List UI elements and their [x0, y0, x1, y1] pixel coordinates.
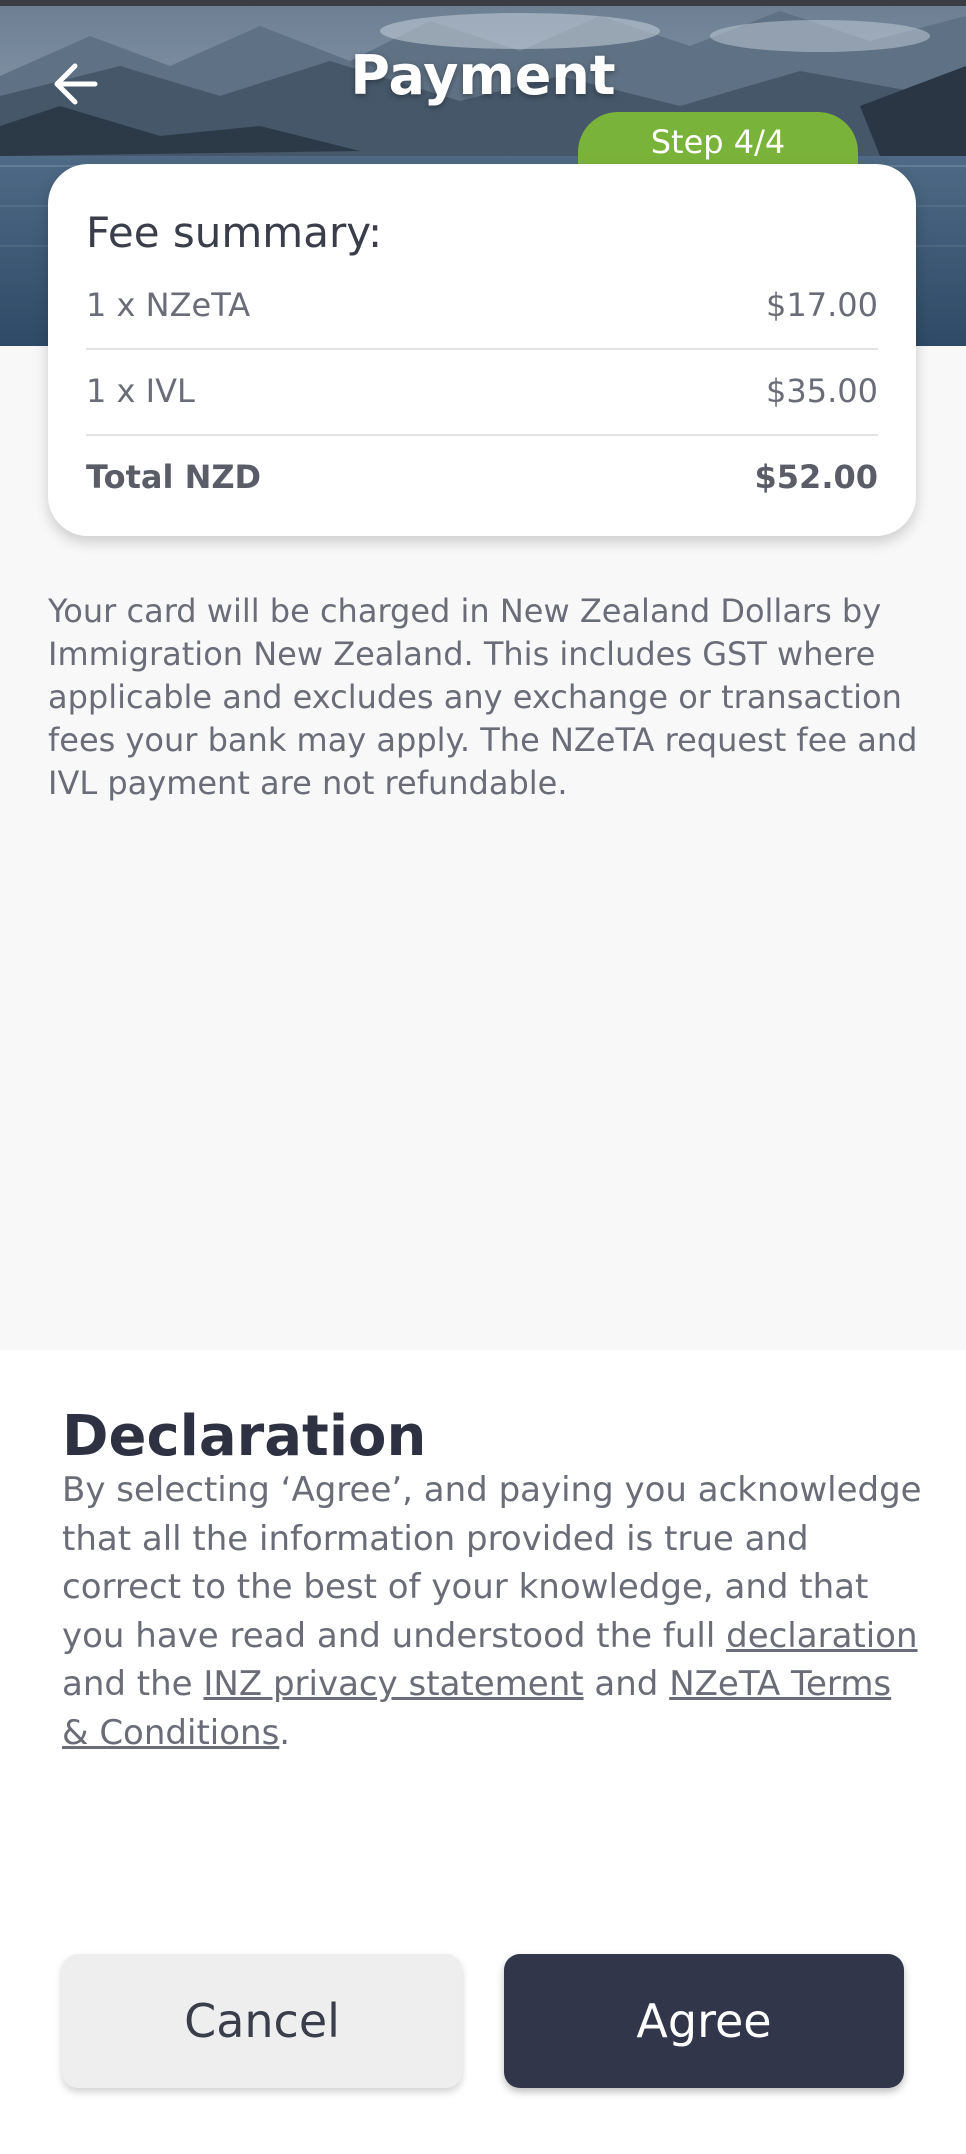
fee-row-total: Total NZD $52.00 — [86, 434, 878, 520]
cancel-button[interactable]: Cancel — [62, 1954, 462, 2088]
declaration-link[interactable]: declaration — [726, 1616, 917, 1656]
declaration-title: Declaration — [62, 1404, 427, 1469]
fee-label: 1 x IVL — [86, 372, 195, 410]
fee-summary-card: Fee summary: 1 x NZeTA $17.00 1 x IVL $3… — [48, 164, 916, 536]
declaration-panel: Declaration By selecting ‘Agree’, and pa… — [0, 1350, 966, 2154]
declaration-and-the: and the — [62, 1664, 204, 1704]
page-title: Payment — [350, 44, 616, 107]
fee-summary-title: Fee summary: — [86, 208, 383, 257]
declaration-text: By selecting ‘Agree’, and paying you ack… — [62, 1466, 922, 1757]
agree-button[interactable]: Agree — [504, 1954, 904, 2088]
fee-label: 1 x NZeTA — [86, 286, 251, 324]
fee-row-ivl: 1 x IVL $35.00 — [86, 348, 878, 436]
fee-amount: $17.00 — [766, 286, 878, 324]
fee-amount: $35.00 — [766, 372, 878, 410]
privacy-statement-link[interactable]: INZ privacy statement — [203, 1664, 583, 1704]
declaration-end: . — [279, 1712, 291, 1753]
charge-note: Your card will be charged in New Zealand… — [48, 592, 918, 802]
total-label: Total NZD — [86, 458, 262, 496]
fee-row-nzeta: 1 x NZeTA $17.00 — [86, 262, 878, 350]
total-amount: $52.00 — [754, 458, 878, 496]
declaration-and: and — [583, 1664, 670, 1704]
